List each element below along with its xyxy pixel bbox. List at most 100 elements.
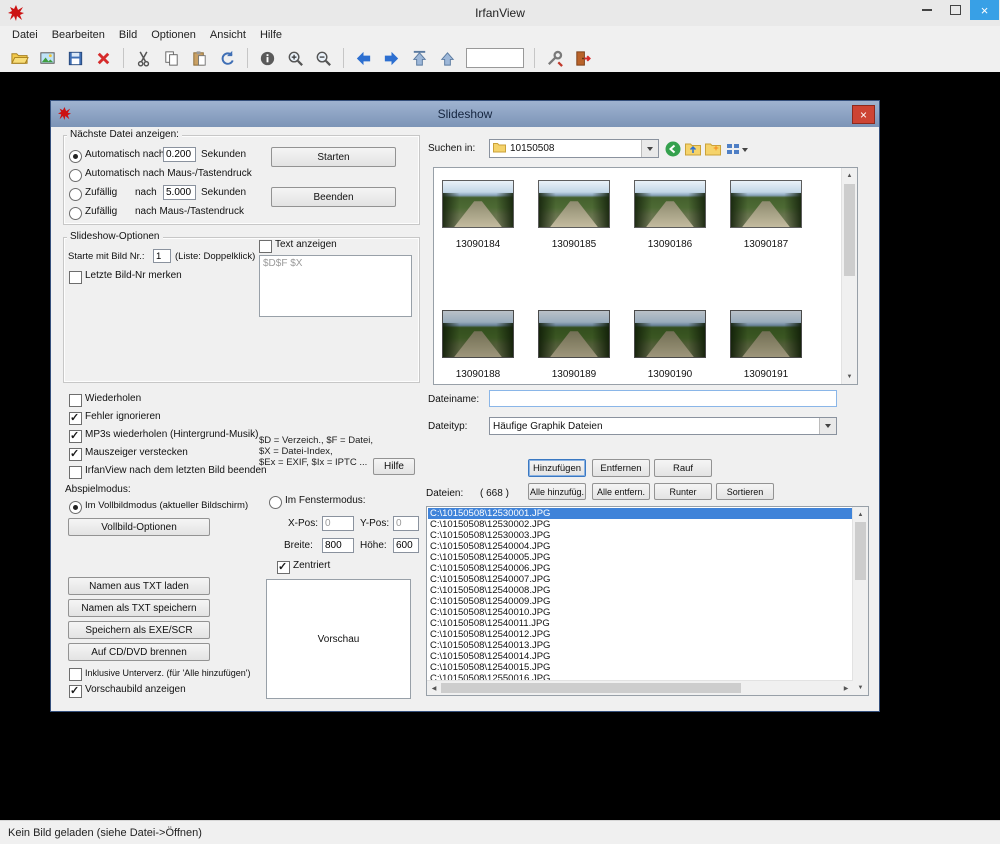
save-exe-scr-button[interactable]: Speichern als EXE/SCR	[68, 621, 210, 639]
file-list-item[interactable]: C:\10150508\12540004.JPG	[428, 541, 853, 552]
load-names-txt-button[interactable]: Namen aus TXT laden	[68, 577, 210, 595]
cut-icon[interactable]	[131, 46, 156, 70]
save-icon[interactable]	[63, 46, 88, 70]
thumbnails-icon[interactable]	[35, 46, 60, 70]
scrollbar-thumb[interactable]	[844, 184, 855, 276]
scrollbar-thumb[interactable]	[855, 522, 866, 580]
file-list-item[interactable]: C:\10150508\12530002.JPG	[428, 519, 853, 530]
directory-up-icon[interactable]	[435, 46, 460, 70]
file-list-vscrollbar[interactable]: ▲ ▼	[852, 507, 868, 695]
sort-button[interactable]: Sortieren	[716, 483, 774, 500]
paste-icon[interactable]	[187, 46, 212, 70]
fullscreen-radio[interactable]	[69, 501, 82, 514]
height-input[interactable]	[393, 538, 419, 553]
jump-to-image-input[interactable]	[466, 48, 524, 68]
remove-all-button[interactable]: Alle entfern.	[592, 483, 650, 500]
burn-cd-dvd-button[interactable]: Auf CD/DVD brennen	[68, 643, 210, 661]
start-button[interactable]: Starten	[271, 147, 396, 167]
back-icon[interactable]	[664, 140, 681, 157]
thumbnail-item[interactable]: 13090184	[442, 180, 514, 250]
centered-checkbox[interactable]	[277, 561, 290, 574]
scroll-down-icon[interactable]: ▼	[842, 369, 857, 384]
window-titlebar[interactable]: IrfanView ×	[0, 0, 1000, 27]
auto-mouse-radio[interactable]	[69, 169, 82, 182]
file-list-item[interactable]: C:\10150508\12540012.JPG	[428, 629, 853, 640]
next-image-icon[interactable]	[379, 46, 404, 70]
width-input[interactable]	[322, 538, 354, 553]
file-list-item[interactable]: C:\10150508\12530003.JPG	[428, 530, 853, 541]
menu-datei[interactable]: Datei	[5, 28, 45, 42]
folder-combobox[interactable]: 10150508	[489, 139, 659, 158]
thumbnail-item[interactable]: 13090188	[442, 310, 514, 380]
thumbnail-scrollbar[interactable]: ▲ ▼	[841, 168, 857, 384]
move-up-button[interactable]: Rauf	[654, 459, 712, 477]
file-list-item[interactable]: C:\10150508\12540014.JPG	[428, 651, 853, 662]
file-list-item[interactable]: C:\10150508\12540008.JPG	[428, 585, 853, 596]
delete-icon[interactable]	[91, 46, 116, 70]
page-up-icon[interactable]	[407, 46, 432, 70]
save-names-txt-button[interactable]: Namen als TXT speichern	[68, 599, 210, 617]
show-text-checkbox[interactable]	[259, 240, 272, 253]
scroll-left-icon[interactable]: ◀	[427, 681, 441, 695]
repeat-mp3-checkbox[interactable]	[69, 430, 82, 443]
up-folder-icon[interactable]	[684, 140, 701, 157]
menu-ansicht[interactable]: Ansicht	[203, 28, 253, 42]
minimize-button[interactable]	[912, 0, 941, 20]
menu-bild[interactable]: Bild	[112, 28, 144, 42]
add-button[interactable]: Hinzufügen	[528, 459, 586, 477]
filetype-combobox-dropdown[interactable]	[819, 418, 836, 434]
help-button[interactable]: Hilfe	[373, 458, 415, 475]
exit-icon[interactable]	[570, 46, 595, 70]
zoom-out-icon[interactable]	[311, 46, 336, 70]
thumbnail-item[interactable]: 13090191	[730, 310, 802, 380]
scroll-down-icon[interactable]: ▼	[853, 680, 868, 695]
window-mode-radio[interactable]	[269, 496, 282, 509]
scrollbar-thumb[interactable]	[441, 683, 741, 693]
view-menu-icon[interactable]	[724, 141, 750, 158]
thumbnail-item[interactable]: 13090185	[538, 180, 610, 250]
random-seconds-radio[interactable]	[69, 188, 82, 201]
zoom-in-icon[interactable]	[283, 46, 308, 70]
add-all-button[interactable]: Alle hinzufüg.	[528, 483, 586, 500]
start-with-input[interactable]	[153, 249, 171, 263]
info-icon[interactable]	[255, 46, 280, 70]
open-folder-icon[interactable]	[7, 46, 32, 70]
copy-icon[interactable]	[159, 46, 184, 70]
menu-bearbeiten[interactable]: Bearbeiten	[45, 28, 112, 42]
remember-last-checkbox[interactable]	[69, 271, 82, 284]
repeat-checkbox[interactable]	[69, 394, 82, 407]
dialog-close-button[interactable]: ×	[852, 105, 875, 124]
overlay-text-input[interactable]: $D$F $X	[259, 255, 412, 317]
remove-button[interactable]: Entfernen	[592, 459, 650, 477]
file-list-item[interactable]: C:\10150508\12540011.JPG	[428, 618, 853, 629]
auto-seconds-input[interactable]	[163, 147, 196, 162]
scroll-up-icon[interactable]: ▲	[842, 168, 857, 183]
scroll-up-icon[interactable]: ▲	[853, 507, 868, 522]
folder-combobox-dropdown[interactable]	[641, 140, 658, 157]
hide-cursor-checkbox[interactable]	[69, 448, 82, 461]
file-list-item[interactable]: C:\10150508\12540005.JPG	[428, 552, 853, 563]
menu-hilfe[interactable]: Hilfe	[253, 28, 289, 42]
thumbnail-item[interactable]: 13090186	[634, 180, 706, 250]
ignore-errors-checkbox[interactable]	[69, 412, 82, 425]
undo-icon[interactable]	[215, 46, 240, 70]
file-list-item[interactable]: C:\10150508\12540007.JPG	[428, 574, 853, 585]
scroll-right-icon[interactable]: ▶	[839, 681, 853, 695]
fullscreen-options-button[interactable]: Vollbild-Optionen	[68, 518, 210, 536]
close-after-last-checkbox[interactable]	[69, 466, 82, 479]
file-list-item[interactable]: C:\10150508\12540010.JPG	[428, 607, 853, 618]
file-list-hscrollbar[interactable]: ◀ ▶	[427, 680, 853, 695]
file-list-item[interactable]: C:\10150508\12540009.JPG	[428, 596, 853, 607]
thumbnail-item[interactable]: 13090190	[634, 310, 706, 380]
new-folder-icon[interactable]	[704, 140, 721, 157]
filename-input[interactable]	[489, 390, 837, 407]
maximize-button[interactable]	[941, 0, 970, 20]
file-list-item[interactable]: C:\10150508\12540013.JPG	[428, 640, 853, 651]
thumbnail-item[interactable]: 13090189	[538, 310, 610, 380]
close-button[interactable]: ×	[970, 0, 999, 20]
properties-icon[interactable]	[542, 46, 567, 70]
thumbnail-item[interactable]: 13090187	[730, 180, 802, 250]
file-list-item[interactable]: C:\10150508\12530001.JPG	[428, 508, 853, 519]
move-down-button[interactable]: Runter	[654, 483, 712, 500]
file-list-item[interactable]: C:\10150508\12540006.JPG	[428, 563, 853, 574]
